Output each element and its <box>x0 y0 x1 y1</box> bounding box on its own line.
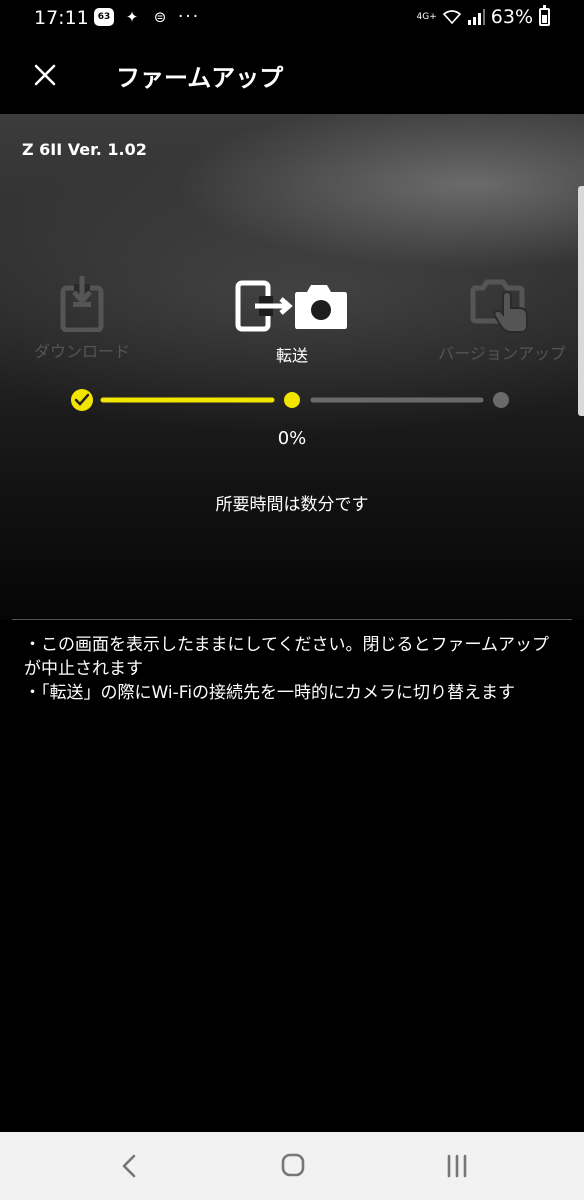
nav-recents-button[interactable] <box>437 1150 477 1182</box>
status-time: 17:11 <box>34 7 89 29</box>
sync-icon: ⊜ <box>153 8 167 26</box>
notes-list: ・この画面を表示したままにしてください。閉じるとファームアップが中止されます ・… <box>24 633 564 705</box>
system-navigation-bar <box>0 1132 584 1200</box>
step-version-up: バージョンアップ <box>432 278 572 364</box>
step-transfer: 転送 <box>222 280 362 366</box>
signal-icon <box>467 9 485 25</box>
step-download-label: ダウンロード <box>33 342 130 361</box>
firmware-progress-panel: Z 6II Ver. 1.02 ダウンロード 転送 バージョンアップ 0% 所要… <box>0 114 584 620</box>
step-version-up-dot <box>493 392 509 408</box>
back-icon <box>122 1154 136 1178</box>
step-version-up-label: バージョンアップ <box>438 344 566 363</box>
close-button[interactable] <box>28 58 62 92</box>
battery-icon <box>539 5 550 26</box>
progress-percent: 0% <box>277 428 307 449</box>
close-icon <box>34 64 56 86</box>
phone-to-camera-icon <box>235 280 347 332</box>
estimated-time-note: 所要時間は数分です <box>215 495 369 515</box>
notification-count-icon: 63 <box>94 8 114 26</box>
device-version: Z 6II Ver. 1.02 <box>22 140 147 159</box>
wifi-icon <box>442 10 461 25</box>
network-type: 4G+ <box>416 12 437 22</box>
step-transfer-dot <box>284 392 300 408</box>
home-icon <box>281 1153 305 1177</box>
app-bar: ファームアップ <box>0 36 584 114</box>
section-divider <box>12 619 572 620</box>
status-notification-icons: 63 ✦ ⊜ ··· <box>94 8 200 26</box>
battery-fill <box>542 15 547 23</box>
step-progress-track <box>71 389 509 411</box>
note-item: ・「転送」の際にWi-Fiの接続先を一時的にカメラに切り替えます <box>24 683 516 703</box>
battery-percent: 63% <box>490 6 533 28</box>
nav-back-button[interactable] <box>110 1150 150 1182</box>
satellite-icon: ✦ <box>125 8 139 26</box>
note-item: ・この画面を表示したままにしてください。閉じるとファームアップが中止されます <box>24 635 549 679</box>
step-download: ダウンロード <box>22 274 142 362</box>
status-system-icons: 4G+ 63% <box>416 5 550 28</box>
edge-panel-handle[interactable] <box>578 186 584 416</box>
more-notifications-icon: ··· <box>178 7 201 27</box>
camera-touch-icon <box>470 279 528 333</box>
step-transfer-label: 転送 <box>275 346 308 365</box>
page-title: ファームアップ <box>116 64 284 92</box>
download-icon <box>60 276 104 332</box>
status-bar: 17:11 63 ✦ ⊜ ··· 4G+ 63% <box>0 0 584 36</box>
nav-home-button[interactable] <box>273 1150 313 1182</box>
recents-icon <box>447 1154 467 1178</box>
